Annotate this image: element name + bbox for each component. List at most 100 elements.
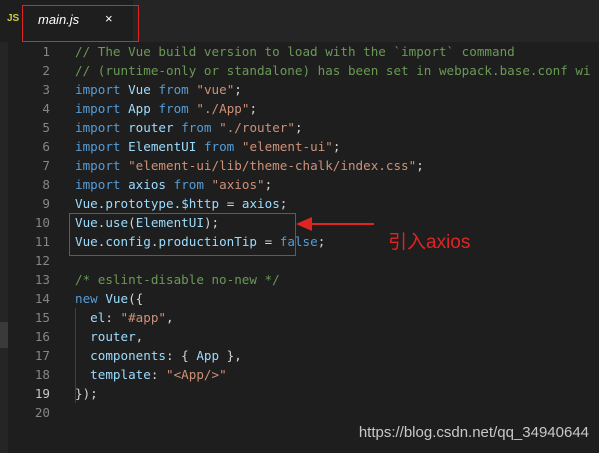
code-token: ; (264, 177, 273, 192)
code-token: $http (181, 196, 220, 211)
line-number: 12 (34, 253, 50, 268)
code-line[interactable]: 1 // The Vue build version to load with t… (0, 42, 599, 61)
code-text: components: { App }, (75, 346, 242, 365)
code-token: import (75, 82, 121, 97)
line-number: 6 (42, 139, 50, 154)
indent-guide (75, 308, 76, 403)
code-token: ElementUI (128, 139, 197, 154)
code-token: components (90, 348, 166, 363)
code-line[interactable]: 13 /* eslint-disable no-new */ (0, 270, 599, 289)
code-text: new Vue({ (75, 289, 143, 308)
annotation-text: 引入axios (388, 232, 471, 253)
code-token: "element-ui/lib/theme-chalk/index.css" (128, 158, 417, 173)
code-text: // The Vue build version to load with th… (75, 42, 515, 61)
code-token: "axios" (211, 177, 265, 192)
code-token: : { (166, 348, 197, 363)
code-token: Vue (128, 82, 151, 97)
code-token: ({ (128, 291, 144, 306)
code-text: el: "#app", (75, 308, 173, 327)
code-editor[interactable]: 1 // The Vue build version to load with t… (0, 42, 599, 453)
code-token: import (75, 101, 121, 116)
code-token: axios (241, 196, 280, 211)
javascript-file-icon: JS (7, 13, 20, 24)
code-line[interactable]: 9 Vue.prototype.$http = axios; (0, 194, 599, 213)
code-token: from (203, 139, 235, 154)
line-number: 11 (34, 234, 50, 249)
code-line[interactable]: 7 import "element-ui/lib/theme-chalk/inde… (0, 156, 599, 175)
code-token: from (181, 120, 212, 135)
code-line[interactable]: 8 import axios from "axios"; (0, 175, 599, 194)
code-text: import "element-ui/lib/theme-chalk/index… (75, 156, 424, 175)
code-token: import (75, 158, 121, 173)
arrow-icon (296, 217, 374, 231)
code-line[interactable]: 15 el: "#app", (0, 308, 599, 327)
line-number: 10 (34, 215, 50, 230)
line-number: 9 (42, 196, 50, 211)
tab-highlight-box (22, 5, 139, 42)
line-number: 13 (34, 272, 50, 287)
code-token: /* eslint-disable no-new */ (75, 272, 280, 287)
code-token: ; (294, 120, 303, 135)
code-line[interactable]: 4 import App from "./App"; (0, 99, 599, 118)
line-number: 15 (34, 310, 50, 325)
code-token: App (128, 101, 151, 116)
code-text: /* eslint-disable no-new */ (75, 270, 280, 289)
code-token: from (158, 101, 189, 116)
code-token: // (runtime-only or standalone) has been… (75, 63, 591, 78)
code-token: Vue (75, 196, 98, 211)
code-line[interactable]: 17 components: { App }, (0, 346, 599, 365)
code-line[interactable]: 2 // (runtime-only or standalone) has bee… (0, 61, 599, 80)
code-token: "./router" (219, 120, 295, 135)
code-token: }, (219, 348, 242, 363)
line-number: 18 (34, 367, 50, 382)
code-text: }); (75, 384, 98, 403)
line-number: 2 (42, 63, 50, 78)
code-token: "vue" (196, 82, 235, 97)
code-text: import Vue from "vue"; (75, 80, 242, 99)
code-line[interactable]: 3 import Vue from "vue"; (0, 80, 599, 99)
line-number: 19 (34, 386, 50, 401)
code-line[interactable]: 18 template: "<App/>" (0, 365, 599, 384)
code-text: Vue.prototype.$http = axios; (75, 194, 287, 213)
code-token: router (90, 329, 136, 344)
code-token: axios (128, 177, 167, 192)
code-token: "./App" (196, 101, 250, 116)
code-token: import (75, 177, 121, 192)
line-number: 16 (34, 329, 50, 344)
code-token: import (75, 120, 121, 135)
code-line[interactable]: 14 new Vue({ (0, 289, 599, 308)
code-text: template: "<App/>" (75, 365, 227, 384)
code-line[interactable]: 5 import router from "./router"; (0, 118, 599, 137)
code-text: // (runtime-only or standalone) has been… (75, 61, 591, 80)
line-number: 5 (42, 120, 50, 135)
code-token: ; (317, 234, 326, 249)
code-token: "#app" (120, 310, 167, 325)
code-token: from (158, 82, 189, 97)
code-token: }); (75, 386, 98, 401)
line-number: 4 (42, 101, 50, 116)
code-line[interactable]: 6 import ElementUI from "element-ui"; (0, 137, 599, 156)
code-line[interactable]: 16 router, (0, 327, 599, 346)
code-token: , (135, 329, 144, 344)
code-text: import axios from "axios"; (75, 175, 272, 194)
code-token: "<App/>" (166, 367, 227, 382)
axios-highlight-box (69, 213, 296, 256)
code-token: : (105, 310, 121, 325)
code-line[interactable]: 20 (0, 403, 599, 422)
code-token: prototype (105, 196, 174, 211)
code-token: router (128, 120, 174, 135)
watermark: https://blog.csdn.net/qq_34940644 (358, 424, 589, 441)
code-line[interactable]: 19}); (0, 384, 599, 403)
line-number: 3 (42, 82, 50, 97)
editor-tab-bar: JS main.js × (0, 0, 599, 42)
